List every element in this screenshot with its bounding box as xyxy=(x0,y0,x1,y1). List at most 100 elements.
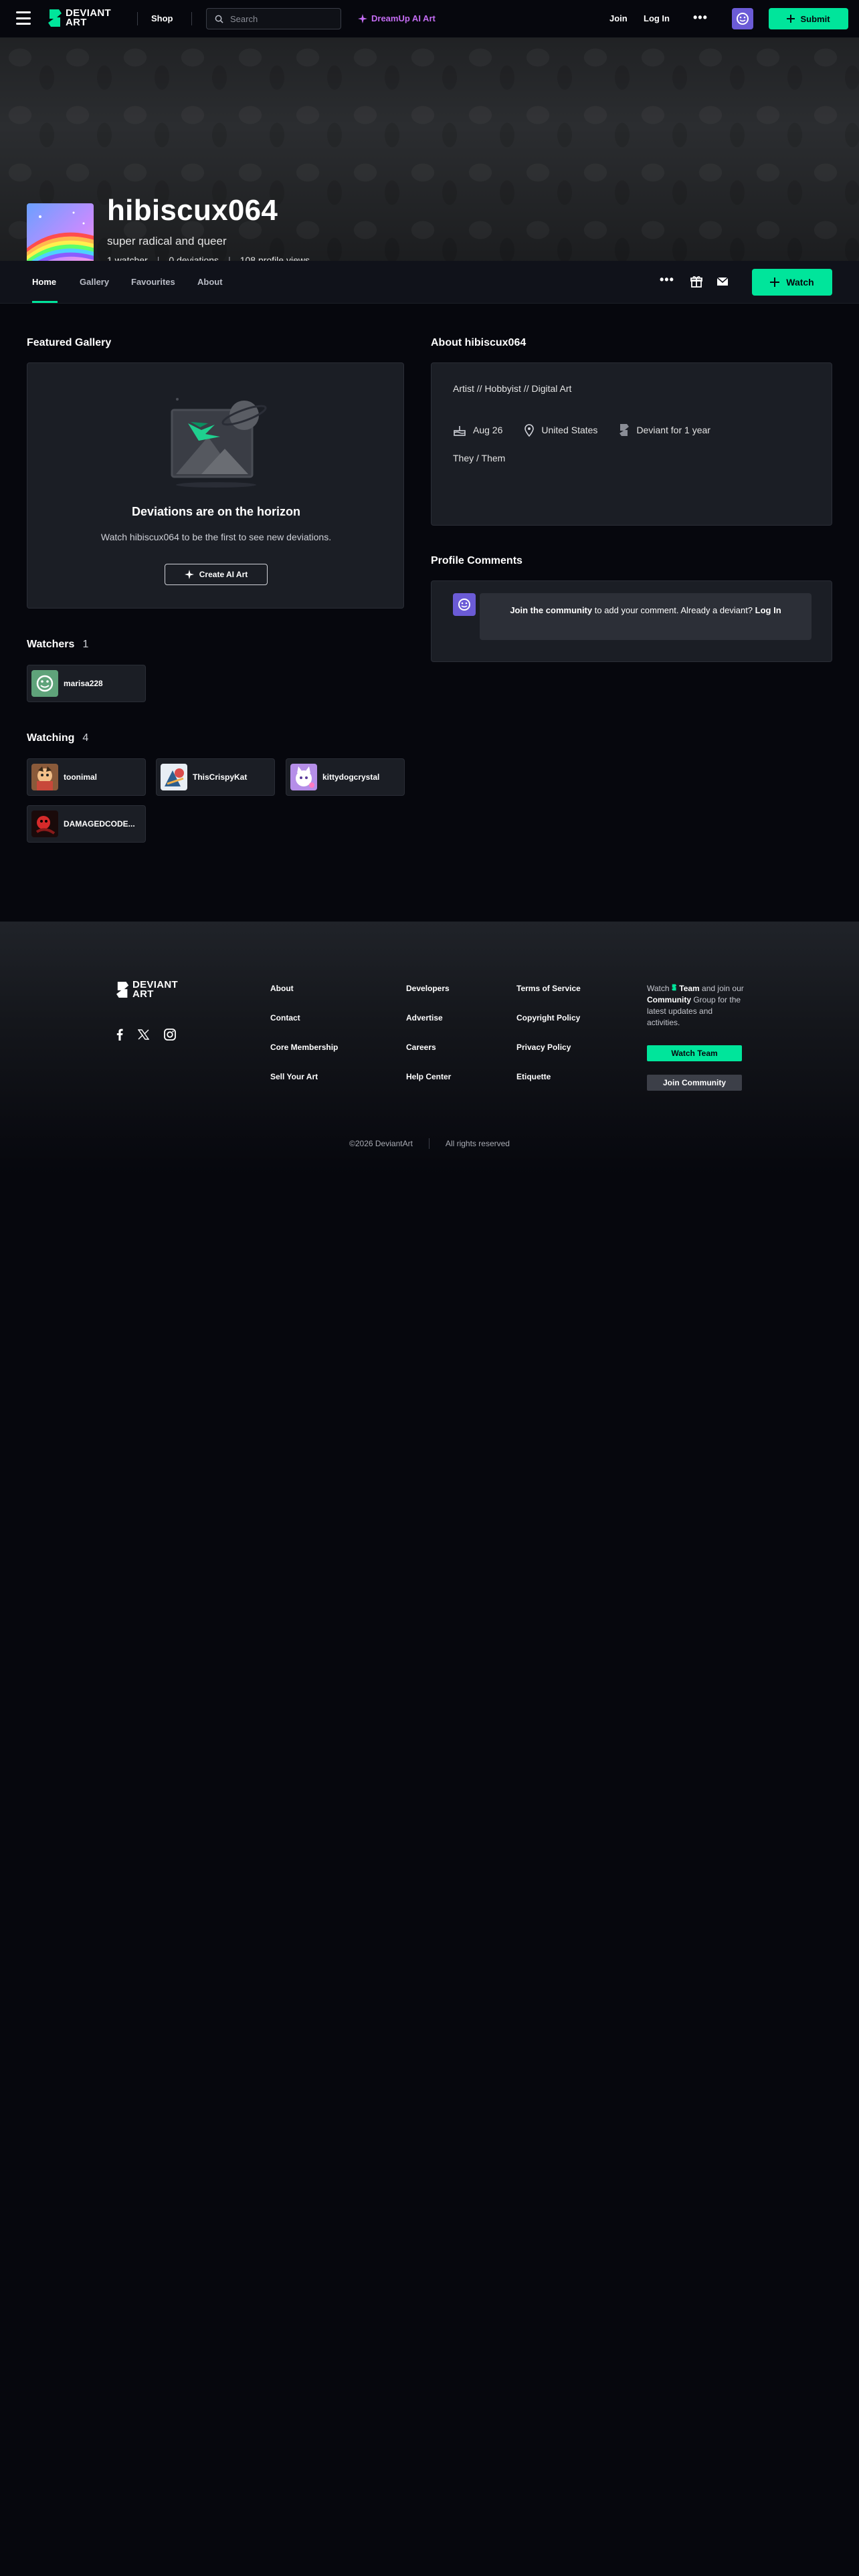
user-card[interactable]: toonimal xyxy=(27,758,146,796)
cake-icon xyxy=(454,426,466,436)
user-avatar xyxy=(31,811,58,837)
dreamup-link[interactable]: DreamUp AI Art xyxy=(358,13,436,23)
divider xyxy=(191,12,192,25)
footer-logo[interactable]: DEVIANT ART xyxy=(116,980,178,999)
user-card[interactable]: kittydogcrystal xyxy=(286,758,405,796)
deviantart-logo-icon xyxy=(48,9,62,27)
empty-gallery-subtitle: Watch hibiscux064 to be the first to see… xyxy=(100,532,332,542)
user-card[interactable]: DAMAGEDCODE... xyxy=(27,805,146,843)
pronouns: They / Them xyxy=(453,453,506,463)
x-twitter-icon[interactable] xyxy=(138,1029,149,1040)
social-links xyxy=(116,1029,176,1041)
profile-username: hibiscux064 xyxy=(107,194,278,227)
footer-link-contact[interactable]: Contact xyxy=(270,1012,338,1023)
login-link[interactable]: Log In xyxy=(644,13,670,23)
watchers-heading: Watchers 1 xyxy=(27,639,88,651)
footer-logo-line2: ART xyxy=(132,988,154,1000)
artist-roles: Artist // Hobbyist // Digital Art xyxy=(453,383,572,394)
footer-link-core-membership[interactable]: Core Membership xyxy=(270,1042,338,1053)
watchers-title: Watchers xyxy=(27,639,75,650)
membership-fact: Deviant for 1 year xyxy=(619,423,710,437)
deviant-for-text: Deviant for 1 year xyxy=(636,425,710,435)
footer-link-etiquette[interactable]: Etiquette xyxy=(516,1071,581,1082)
footer-link-careers[interactable]: Careers xyxy=(406,1042,451,1053)
menu-icon[interactable] xyxy=(16,11,31,25)
gift-icon[interactable] xyxy=(690,276,702,288)
comment-prompt: Join the community to add your comment. … xyxy=(480,593,812,640)
footer-link-terms[interactable]: Terms of Service xyxy=(516,983,581,994)
empty-gallery-title: Deviations are on the horizon xyxy=(131,505,301,518)
tab-about[interactable]: About xyxy=(197,277,223,287)
create-ai-art-button[interactable]: Create AI Art xyxy=(165,564,268,585)
deviantart-logo-icon xyxy=(671,984,677,991)
submit-label: Submit xyxy=(800,13,830,24)
join-community-button[interactable]: Join Community xyxy=(647,1075,742,1091)
user-avatar xyxy=(31,764,58,790)
tab-home[interactable]: Home xyxy=(32,277,56,287)
watch-team-button[interactable]: Watch Team xyxy=(647,1045,742,1061)
kittydogcrystal-avatar-image xyxy=(290,764,317,790)
deviantart-logo-icon xyxy=(116,982,129,998)
damagedcode-avatar-image xyxy=(31,811,58,837)
footer-link-privacy-policy[interactable]: Privacy Policy xyxy=(516,1042,581,1053)
footer-link-developers[interactable]: Developers xyxy=(406,983,451,994)
deviantart-badge-icon xyxy=(619,424,630,436)
watching-heading: Watching 4 xyxy=(27,732,88,744)
search-box[interactable] xyxy=(206,8,341,29)
message-icon[interactable] xyxy=(717,277,729,286)
active-tab-indicator xyxy=(32,301,58,303)
watch-button[interactable]: Watch xyxy=(752,269,832,296)
shop-link[interactable]: Shop xyxy=(151,13,173,23)
tab-favourites[interactable]: Favourites xyxy=(131,277,175,287)
facebook-icon[interactable] xyxy=(116,1029,123,1041)
watchers-count: 1 xyxy=(82,639,89,650)
about-facts: Aug 26 United States Deviant for 1 year xyxy=(453,423,710,437)
location-fact: United States xyxy=(524,423,597,437)
location-pin-icon xyxy=(524,424,535,437)
watching-count: 4 xyxy=(82,732,89,744)
top-navigation-bar: DEVIANTART Shop DreamUp AI Art Join Log … xyxy=(0,0,859,37)
copyright-text: ©2026 DeviantArt xyxy=(349,1139,413,1148)
search-input[interactable] xyxy=(230,13,330,24)
team-text-2: and join our xyxy=(699,984,744,993)
profile-tab-bar: Home Gallery Favourites About ••• Watch xyxy=(0,261,859,304)
sparkle-icon xyxy=(184,570,194,579)
footer-link-help-center[interactable]: Help Center xyxy=(406,1071,451,1082)
thiscrispykat-avatar-image xyxy=(161,764,187,790)
toonimal-avatar-image xyxy=(31,764,58,790)
default-avatar-icon xyxy=(737,13,749,25)
plus-icon xyxy=(787,15,795,23)
footer-column-1: About Contact Core Membership Sell Your … xyxy=(270,983,338,1082)
deviantart-logo[interactable]: DEVIANT ART xyxy=(48,8,111,28)
user-avatar xyxy=(161,764,187,790)
footer-link-advertise[interactable]: Advertise xyxy=(406,1012,451,1023)
watching-title: Watching xyxy=(27,732,75,744)
user-card[interactable]: ThisCrispyKat xyxy=(156,758,275,796)
user-card[interactable]: marisa228 xyxy=(27,665,146,702)
more-menu-icon[interactable]: ••• xyxy=(693,11,708,25)
tab-gallery[interactable]: Gallery xyxy=(80,277,109,287)
more-options-icon[interactable]: ••• xyxy=(660,273,674,287)
footer-link-about[interactable]: About xyxy=(270,983,338,994)
default-avatar-icon xyxy=(458,599,470,611)
user-avatar xyxy=(290,764,317,790)
submit-button[interactable]: Submit xyxy=(769,8,848,29)
profile-avatar[interactable] xyxy=(27,203,94,270)
comment-login-link[interactable]: Log In xyxy=(755,605,781,615)
user-avatar xyxy=(31,670,58,697)
footer-link-copyright-policy[interactable]: Copyright Policy xyxy=(516,1012,581,1023)
team-word: Team xyxy=(679,984,700,993)
join-link[interactable]: Join xyxy=(609,13,628,23)
instagram-icon[interactable] xyxy=(164,1029,176,1041)
divider xyxy=(137,12,138,25)
team-promo-text: Watch Team and join our Community Group … xyxy=(647,983,747,1029)
user-avatar[interactable] xyxy=(732,8,753,29)
comment-prompt-text: to add your comment. Already a deviant? xyxy=(592,605,755,615)
footer-link-sell-your-art[interactable]: Sell Your Art xyxy=(270,1071,338,1082)
featured-gallery-card: Deviations are on the horizon Watch hibi… xyxy=(27,362,404,609)
search-icon xyxy=(215,15,223,23)
join-community-link[interactable]: Join the community xyxy=(510,605,592,615)
footer-bottom: ©2026 DeviantArt All rights reserved xyxy=(0,1138,859,1149)
logo-text-line2: ART xyxy=(66,17,87,28)
about-card: Artist // Hobbyist // Digital Art Aug 26… xyxy=(431,362,832,526)
